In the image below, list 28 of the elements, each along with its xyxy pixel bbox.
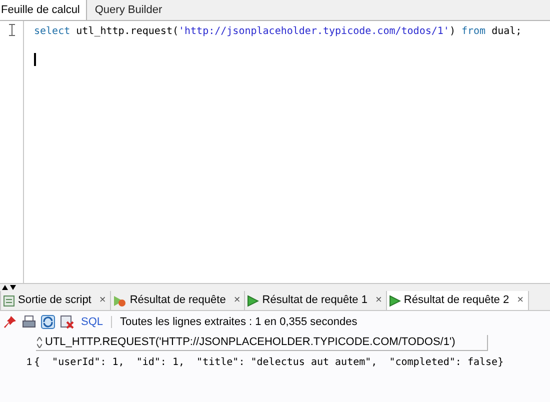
close-icon[interactable]: ×	[99, 292, 106, 309]
sql-statement: select utl_http.request('http://jsonplaceholder.typicode.com/todos/1') from dual;	[34, 25, 522, 39]
result-tab[interactable]: Résultat de requête ×	[110, 291, 244, 310]
pin-icon[interactable]	[3, 315, 17, 329]
sort-icon	[37, 337, 42, 348]
sql-link[interactable]: SQL	[81, 314, 104, 330]
close-icon[interactable]: ×	[375, 292, 382, 309]
result-tab[interactable]: Résultat de requête 2 ×	[386, 291, 529, 310]
text-caret	[34, 53, 36, 66]
close-icon[interactable]: ×	[234, 292, 240, 309]
close-icon[interactable]: ×	[517, 292, 524, 309]
refresh-icon[interactable]	[41, 315, 55, 329]
play-error-icon	[112, 294, 127, 306]
column-header[interactable]: UTL_HTTP.REQUEST('HTTP://JSONPLACEHOLDER.TYPICODE.COM/TODOS/1')	[36, 335, 488, 351]
row-number: 1	[25, 356, 33, 370]
result-tab[interactable]: Résultat de requête 1 ×	[244, 291, 386, 310]
script-icon	[3, 294, 15, 306]
result-tab[interactable]: Sortie de script ×	[0, 291, 110, 310]
status-text: Toutes les lignes extraites : 1 en 0,355 secondes	[120, 314, 358, 330]
print-icon[interactable]	[22, 315, 36, 329]
play-icon	[247, 294, 260, 306]
table-cell-text: { "userId": 1, "id": 1, "title": "delectus aut autem", "completed": false}	[34, 356, 504, 370]
text-cursor-icon	[8, 24, 14, 36]
editor-tab[interactable]: Query Builder	[86, 0, 170, 20]
split-arrows-icon[interactable]	[2, 285, 16, 290]
delete-grid-icon[interactable]	[60, 315, 74, 329]
editor-tab[interactable]: Feuille de calcul	[0, 0, 87, 20]
play-icon	[388, 294, 401, 306]
